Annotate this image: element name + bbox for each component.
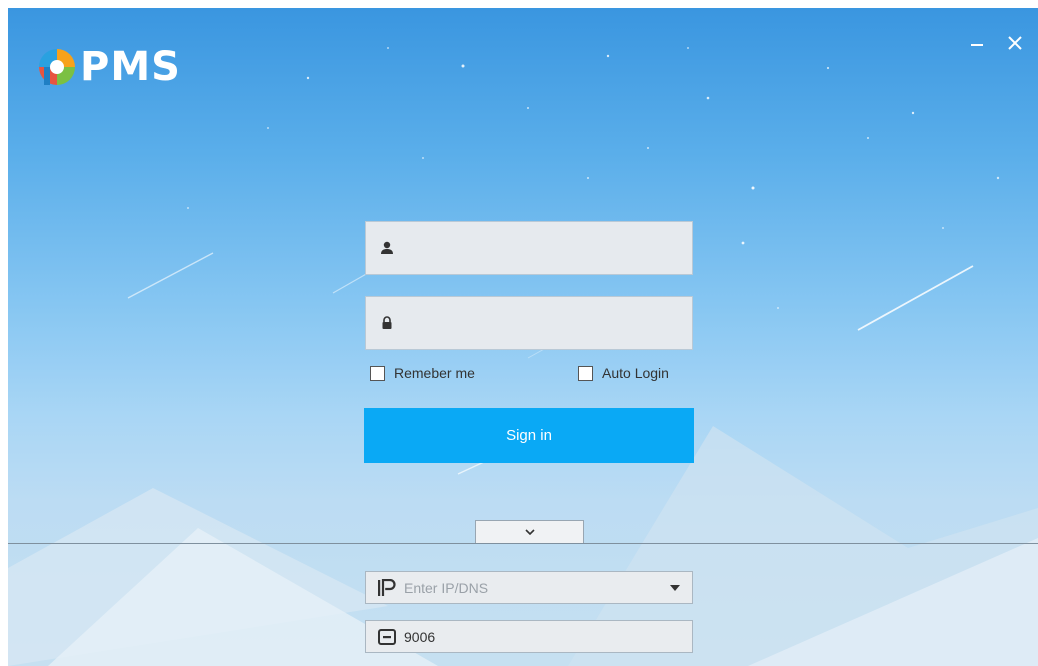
auto-login-box[interactable] (578, 365, 593, 381)
minimize-button[interactable] (966, 32, 988, 54)
port-field[interactable] (365, 620, 693, 653)
remember-me-checkbox[interactable]: Remeber me (370, 365, 475, 381)
pms-logo-icon (39, 49, 75, 85)
password-field[interactable] (365, 296, 693, 350)
app-logo: PMS (36, 46, 181, 88)
password-input[interactable] (398, 297, 692, 349)
sign-in-button[interactable]: Sign in (364, 408, 694, 463)
remember-me-box[interactable] (370, 365, 385, 381)
lock-icon (376, 312, 398, 334)
close-button[interactable] (1004, 32, 1026, 54)
close-icon (1008, 36, 1022, 50)
user-icon (376, 237, 398, 259)
ip-dns-input[interactable] (398, 572, 670, 603)
login-window: PMS Remeber me Auto Login Sign in Enter … (8, 8, 1038, 666)
port-input[interactable] (398, 621, 692, 652)
auto-login-label: Auto Login (602, 365, 669, 381)
ip-dns-select[interactable] (365, 571, 693, 604)
app-logo-text: PMS (80, 44, 181, 90)
ip-icon (376, 577, 398, 599)
server-settings-toggle[interactable] (475, 520, 584, 543)
minimize-icon (971, 44, 983, 46)
server-settings-divider (8, 543, 1038, 544)
dropdown-arrow-icon[interactable] (670, 584, 680, 591)
port-icon (376, 626, 398, 648)
auto-login-checkbox[interactable]: Auto Login (578, 365, 669, 381)
remember-me-label: Remeber me (394, 365, 475, 381)
username-field[interactable] (365, 221, 693, 275)
chevron-down-icon (524, 529, 535, 535)
username-input[interactable] (398, 222, 692, 274)
